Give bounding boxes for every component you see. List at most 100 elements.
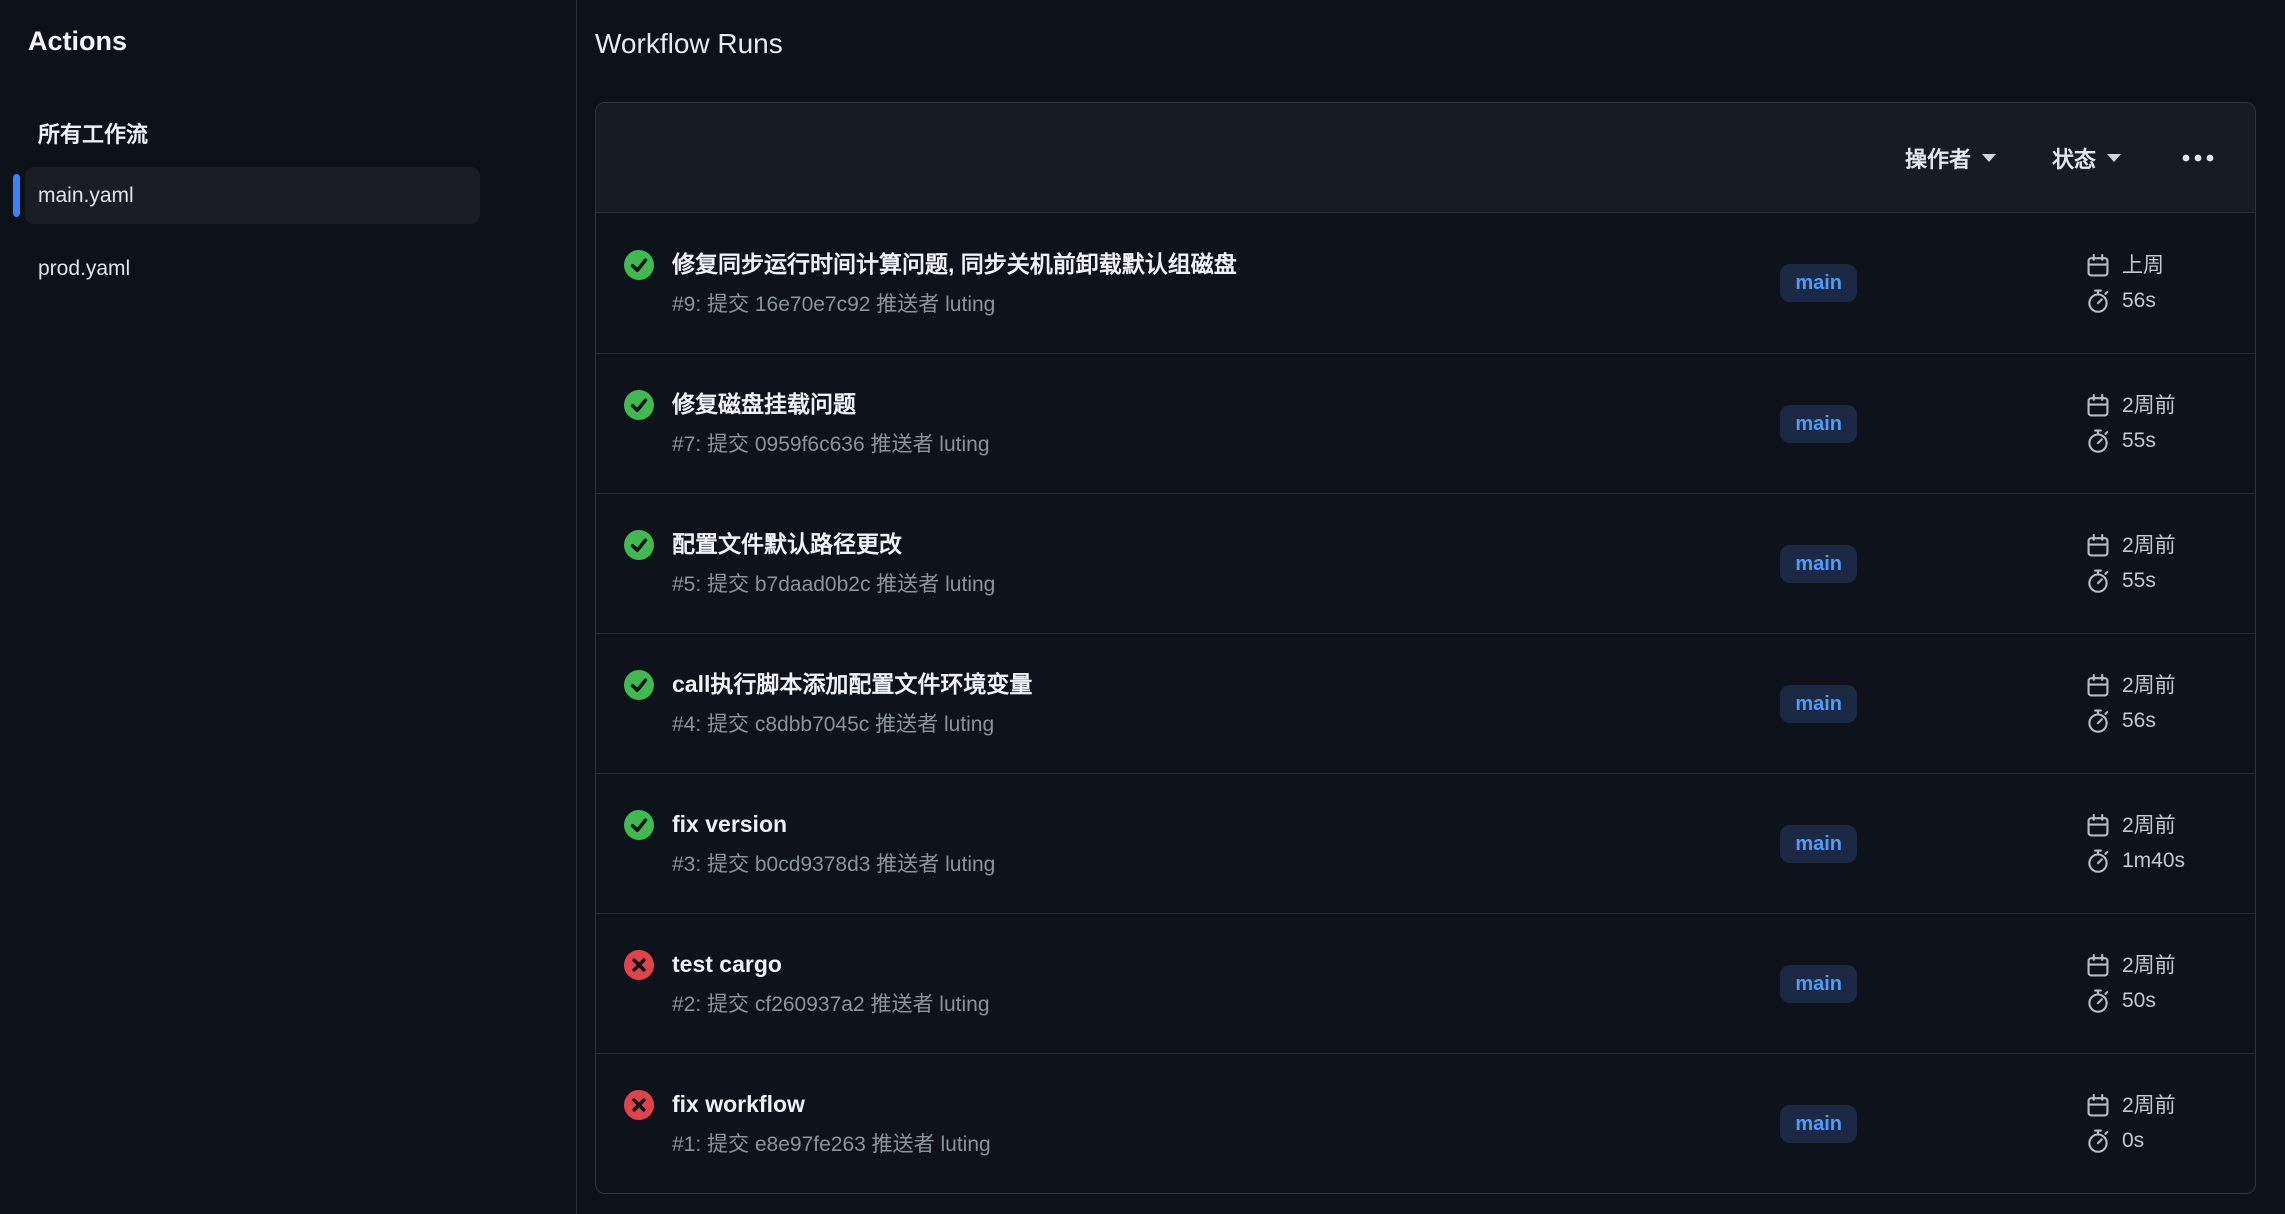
run-duration: 56s [2122, 288, 2156, 314]
calendar-icon [2085, 813, 2111, 839]
run-meta-cell: 2周前 1m40s [2085, 813, 2225, 874]
workflow-run-row[interactable]: 修复磁盘挂载问题 #7: 提交 0959f6c636 推送者 luting ma… [596, 353, 2255, 493]
workflow-runs-panel: Workflow Runs 操作者 状态 [577, 0, 2285, 1214]
run-date-line: 2周前 [2085, 393, 2225, 419]
branch-cell: main [1780, 405, 1857, 443]
run-duration-line: 55s [2085, 568, 2225, 594]
branch-badge[interactable]: main [1780, 545, 1857, 583]
run-date: 2周前 [2122, 1093, 2176, 1119]
branch-cell: main [1780, 545, 1857, 583]
run-date: 2周前 [2122, 953, 2176, 979]
branch-cell: main [1780, 965, 1857, 1003]
sidebar-item-prod-yaml[interactable]: prod.yaml [25, 240, 480, 297]
workflow-run-row[interactable]: 配置文件默认路径更改 #5: 提交 b7daad0b2c 推送者 luting … [596, 493, 2255, 633]
branch-badge[interactable]: main [1780, 1105, 1857, 1143]
calendar-icon [2085, 253, 2111, 279]
branch-cell: main [1780, 825, 1857, 863]
calendar-icon [2085, 393, 2111, 419]
branch-badge[interactable]: main [1780, 264, 1857, 302]
run-text: 配置文件默认路径更改 #5: 提交 b7daad0b2c 推送者 luting [672, 527, 995, 600]
run-commit-info: #2: 提交 cf260937a2 推送者 luting [672, 990, 990, 1020]
workflow-run-row[interactable]: fix version #3: 提交 b0cd9378d3 推送者 luting… [596, 773, 2255, 913]
actions-sidebar: Actions 所有工作流 main.yaml prod.yaml [0, 0, 577, 1214]
workflow-run-row[interactable]: 修复同步运行时间计算问题, 同步关机前卸载默认组磁盘 #9: 提交 16e70e… [596, 213, 2255, 353]
status-filter-label: 状态 [2052, 142, 2096, 174]
workflow-run-row[interactable]: fix workflow #1: 提交 e8e97fe263 推送者 lutin… [596, 1053, 2255, 1193]
sidebar-title: Actions [28, 26, 576, 57]
run-commit-info: #9: 提交 16e70e7c92 推送者 luting [672, 290, 1237, 320]
branch-badge[interactable]: main [1780, 965, 1857, 1003]
kebab-menu-icon[interactable] [2177, 149, 2219, 167]
actor-filter-dropdown[interactable]: 操作者 [1905, 142, 1996, 174]
calendar-icon [2085, 533, 2111, 559]
check-circle-icon [624, 530, 654, 560]
calendar-icon [2085, 1093, 2111, 1119]
branch-badge[interactable]: main [1780, 825, 1857, 863]
run-title[interactable]: 配置文件默认路径更改 [672, 527, 995, 561]
run-commit-info: #7: 提交 0959f6c636 推送者 luting [672, 430, 990, 460]
run-date-line: 2周前 [2085, 673, 2225, 699]
run-commit-info: #1: 提交 e8e97fe263 推送者 luting [672, 1130, 991, 1160]
status-filter-dropdown[interactable]: 状态 [2052, 142, 2121, 174]
workflow-run-row[interactable]: test cargo #2: 提交 cf260937a2 推送者 luting … [596, 913, 2255, 1053]
branch-badge[interactable]: main [1780, 685, 1857, 723]
stopwatch-icon [2085, 988, 2111, 1014]
run-duration: 56s [2122, 708, 2156, 734]
stopwatch-icon [2085, 848, 2111, 874]
run-date: 2周前 [2122, 813, 2176, 839]
run-meta-cell: 2周前 55s [2085, 393, 2225, 454]
workflow-list: main.yaml prod.yaml [25, 167, 480, 297]
actor-filter-label: 操作者 [1905, 142, 1971, 174]
workflow-run-row[interactable]: call执行脚本添加配置文件环境变量 #4: 提交 c8dbb7045c 推送者… [596, 633, 2255, 773]
stopwatch-icon [2085, 288, 2111, 314]
run-text: 修复同步运行时间计算问题, 同步关机前卸载默认组磁盘 #9: 提交 16e70e… [672, 247, 1237, 320]
calendar-icon [2085, 673, 2111, 699]
run-commit-info: #4: 提交 c8dbb7045c 推送者 luting [672, 710, 1032, 740]
run-duration-line: 55s [2085, 428, 2225, 454]
run-meta-cell: 上周 56s [2085, 253, 2225, 314]
branch-badge[interactable]: main [1780, 405, 1857, 443]
chevron-down-icon [1982, 154, 1996, 162]
run-title[interactable]: fix workflow [672, 1087, 991, 1121]
run-text: 修复磁盘挂载问题 #7: 提交 0959f6c636 推送者 luting [672, 387, 990, 460]
run-duration-line: 0s [2085, 1128, 2225, 1154]
check-circle-icon [624, 810, 654, 840]
run-date: 2周前 [2122, 533, 2176, 559]
branch-cell: main [1780, 264, 1857, 302]
run-date-line: 2周前 [2085, 1093, 2225, 1119]
run-date-line: 上周 [2085, 253, 2225, 279]
run-summary: 修复同步运行时间计算问题, 同步关机前卸载默认组磁盘 #9: 提交 16e70e… [624, 247, 1780, 320]
run-summary: fix workflow #1: 提交 e8e97fe263 推送者 lutin… [624, 1087, 1780, 1160]
run-date-line: 2周前 [2085, 533, 2225, 559]
run-duration: 50s [2122, 988, 2156, 1014]
run-title[interactable]: fix version [672, 807, 995, 841]
run-date: 2周前 [2122, 393, 2176, 419]
run-list: 修复同步运行时间计算问题, 同步关机前卸载默认组磁盘 #9: 提交 16e70e… [596, 213, 2255, 1193]
run-duration: 55s [2122, 428, 2156, 454]
run-duration-line: 56s [2085, 708, 2225, 734]
workflow-name: prod.yaml [38, 257, 130, 281]
run-title[interactable]: call执行脚本添加配置文件环境变量 [672, 667, 1032, 701]
run-duration: 0s [2122, 1128, 2144, 1154]
run-text: call执行脚本添加配置文件环境变量 #4: 提交 c8dbb7045c 推送者… [672, 667, 1032, 740]
run-date: 2周前 [2122, 673, 2176, 699]
run-title[interactable]: 修复磁盘挂载问题 [672, 387, 990, 421]
run-summary: 配置文件默认路径更改 #5: 提交 b7daad0b2c 推送者 luting [624, 527, 1780, 600]
stopwatch-icon [2085, 428, 2111, 454]
run-date-line: 2周前 [2085, 953, 2225, 979]
run-commit-info: #3: 提交 b0cd9378d3 推送者 luting [672, 850, 995, 880]
selected-accent-bar [13, 174, 20, 217]
chevron-down-icon [2107, 154, 2121, 162]
branch-cell: main [1780, 685, 1857, 723]
run-text: fix workflow #1: 提交 e8e97fe263 推送者 lutin… [672, 1087, 991, 1160]
calendar-icon [2085, 953, 2111, 979]
run-title[interactable]: test cargo [672, 947, 990, 981]
run-summary: test cargo #2: 提交 cf260937a2 推送者 luting [624, 947, 1780, 1020]
x-circle-icon [624, 1090, 654, 1120]
run-text: fix version #3: 提交 b0cd9378d3 推送者 luting [672, 807, 995, 880]
run-title[interactable]: 修复同步运行时间计算问题, 同步关机前卸载默认组磁盘 [672, 247, 1237, 281]
runs-filter-bar: 操作者 状态 [596, 103, 2255, 213]
all-workflows-label[interactable]: 所有工作流 [38, 117, 576, 149]
sidebar-item-main-yaml[interactable]: main.yaml [25, 167, 480, 224]
run-duration: 55s [2122, 568, 2156, 594]
